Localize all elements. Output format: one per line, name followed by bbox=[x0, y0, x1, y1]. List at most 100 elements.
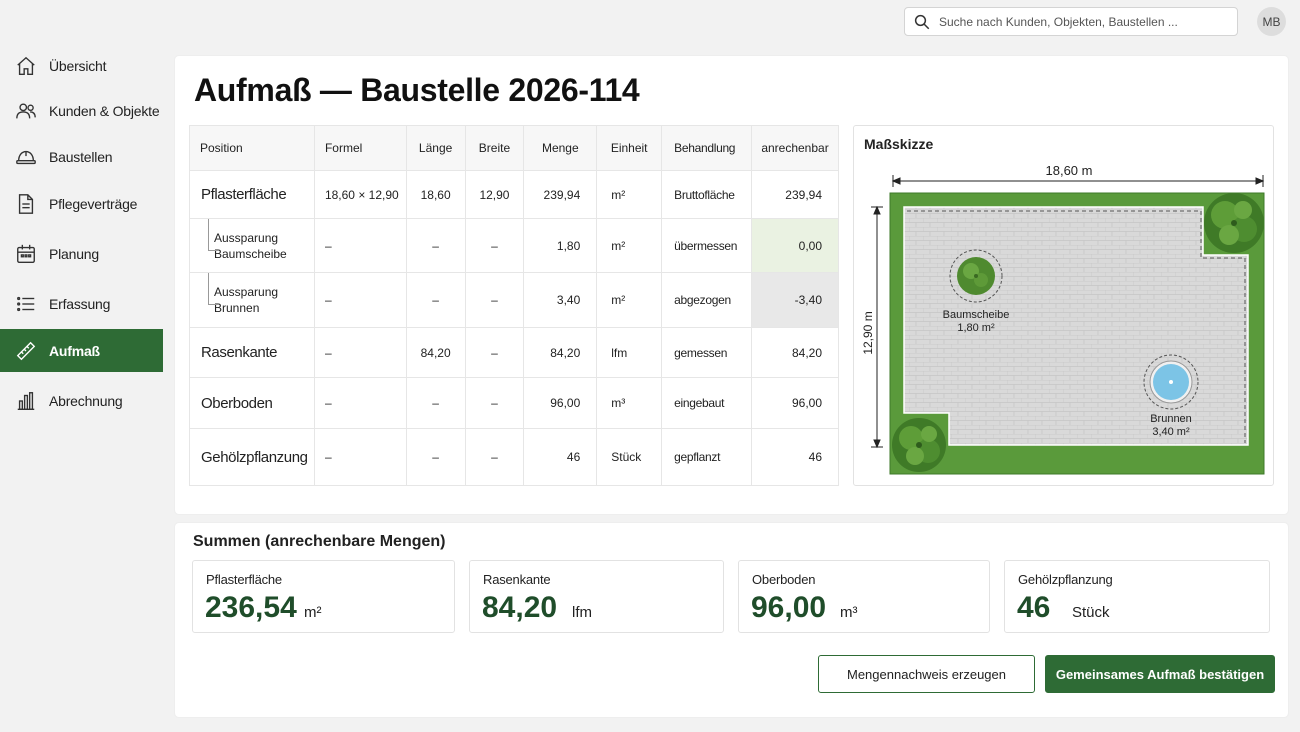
cell-behandlung[interactable]: eingebaut bbox=[661, 377, 753, 429]
summary-card-gehoelzpflanzung: Gehölzpflanzung 46 Stück bbox=[1004, 560, 1270, 633]
cell-behandlung[interactable]: Bruttofläche bbox=[661, 170, 753, 219]
cell-breite[interactable]: – bbox=[464, 428, 525, 486]
cell-laenge[interactable]: 84,20 bbox=[405, 327, 466, 378]
cell-breite[interactable]: – bbox=[464, 272, 525, 328]
cell-formel[interactable]: – bbox=[313, 327, 407, 378]
cell-position-label: Aussparung Brunnen bbox=[214, 285, 279, 315]
summary-card-label: Gehölzpflanzung bbox=[1018, 572, 1113, 587]
col-header-einheit[interactable]: Einheit bbox=[596, 125, 663, 171]
list-icon bbox=[17, 296, 35, 311]
tree-connector bbox=[208, 273, 218, 305]
avatar[interactable]: MB bbox=[1257, 7, 1286, 36]
summary-card-oberboden: Oberboden 96,00 m³ bbox=[738, 560, 990, 633]
cell-position: Rasenkante bbox=[189, 327, 315, 378]
cell-menge[interactable]: 96,00 bbox=[523, 377, 598, 429]
cell-einheit: Stück bbox=[596, 428, 663, 486]
cell-breite[interactable]: – bbox=[464, 218, 525, 273]
sidebar-item-uebersicht[interactable]: Übersicht bbox=[0, 44, 163, 87]
col-header-behandlung[interactable]: Behandlung bbox=[661, 125, 753, 171]
cell-laenge[interactable]: – bbox=[405, 218, 466, 273]
cell-formel[interactable]: – bbox=[313, 272, 407, 328]
table-row[interactable]: Aussparung Baumscheibe – – – 1,80 m² übe… bbox=[189, 218, 839, 273]
cell-menge[interactable]: 1,80 bbox=[523, 218, 598, 273]
cell-behandlung[interactable]: gepflanzt bbox=[661, 428, 753, 486]
cell-formel[interactable]: – bbox=[313, 377, 407, 429]
cell-breite[interactable]: – bbox=[464, 327, 525, 378]
page-title: Aufmaß — Baustelle 2026-114 bbox=[194, 72, 640, 108]
cell-laenge[interactable]: – bbox=[405, 272, 466, 328]
sidebar-item-aufmass[interactable]: Aufmaß bbox=[0, 329, 163, 372]
ruler-icon bbox=[16, 341, 36, 360]
table-row[interactable]: Oberboden – – – 96,00 m³ eingebaut 96,00 bbox=[189, 377, 839, 429]
cell-behandlung[interactable]: übermessen bbox=[661, 218, 753, 273]
summary-card-value: 84,20 bbox=[482, 591, 558, 624]
measurement-table: Position Formel Länge Breite Menge Einhe… bbox=[189, 125, 839, 486]
baumscheibe-label: Baumscheibe bbox=[943, 309, 1010, 321]
cell-einheit: m² bbox=[596, 218, 663, 273]
col-header-laenge[interactable]: Länge bbox=[405, 125, 466, 171]
table-row[interactable]: Rasenkante – 84,20 – 84,20 lfm gemessen … bbox=[189, 327, 839, 378]
search-box[interactable] bbox=[904, 7, 1238, 36]
cell-menge[interactable]: 84,20 bbox=[523, 327, 598, 378]
brunnen-label: Brunnen bbox=[1150, 413, 1192, 425]
cell-laenge[interactable]: – bbox=[405, 428, 466, 486]
cell-laenge[interactable]: 18,60 bbox=[405, 170, 466, 219]
cell-anrechenbar: 84,20 bbox=[751, 327, 839, 378]
sidebar-item-label: Baustellen bbox=[49, 148, 113, 165]
summary-title: Summen (anrechenbare Mengen) bbox=[193, 533, 446, 550]
sidebar-item-label: Pflegeverträge bbox=[49, 195, 138, 212]
cell-formel[interactable]: – bbox=[313, 428, 407, 486]
sidebar-item-label: Übersicht bbox=[49, 57, 107, 74]
summary-card-unit: m³ bbox=[840, 604, 858, 621]
summary-card-unit: lfm bbox=[572, 604, 592, 621]
summary-card-rasenkante: Rasenkante 84,20 lfm bbox=[469, 560, 724, 633]
cell-einheit: m³ bbox=[596, 377, 663, 429]
cell-position: Gehölzpflanzung bbox=[189, 428, 315, 486]
sidebar-item-label: Aufmaß bbox=[49, 342, 100, 359]
search-icon bbox=[914, 14, 930, 29]
cell-behandlung[interactable]: abgezogen bbox=[661, 272, 753, 328]
col-header-formel[interactable]: Formel bbox=[313, 125, 407, 171]
baumscheibe-area: 1,80 m² bbox=[957, 322, 995, 334]
sidebar-item-baustellen[interactable]: Baustellen bbox=[0, 135, 163, 178]
cell-anrechenbar: -3,40 bbox=[751, 272, 839, 328]
col-header-breite[interactable]: Breite bbox=[464, 125, 525, 171]
home-icon bbox=[17, 56, 35, 75]
sidebar-item-planung[interactable]: Planung bbox=[0, 232, 163, 275]
sidebar-item-label: Abrechnung bbox=[49, 392, 123, 409]
generate-report-button[interactable]: Mengennachweis erzeugen bbox=[818, 655, 1035, 693]
summary-card-unit: m² bbox=[304, 604, 322, 621]
col-header-menge[interactable]: Menge bbox=[523, 125, 598, 171]
cell-laenge[interactable]: – bbox=[405, 377, 466, 429]
calendar-icon bbox=[17, 244, 35, 263]
table-header-row: Position Formel Länge Breite Menge Einhe… bbox=[189, 125, 839, 171]
cell-position: Aussparung Baumscheibe bbox=[189, 218, 315, 273]
col-header-anrechenbar[interactable]: anrechenbar bbox=[751, 125, 839, 171]
table-row[interactable]: Aussparung Brunnen – – – 3,40 m² abgezog… bbox=[189, 272, 839, 328]
sidebar-item-erfassung[interactable]: Erfassung bbox=[0, 282, 163, 325]
cell-anrechenbar: 239,94 bbox=[751, 170, 839, 219]
confirm-measurement-button[interactable]: Gemeinsames Aufmaß bestätigen bbox=[1045, 655, 1275, 693]
cell-formel[interactable]: – bbox=[313, 218, 407, 273]
cell-anrechenbar: 46 bbox=[751, 428, 839, 486]
cell-breite[interactable]: – bbox=[464, 377, 525, 429]
table-row[interactable]: Gehölzpflanzung – – – 46 Stück gepflanzt… bbox=[189, 428, 839, 486]
summary-card-value: 236,54 bbox=[205, 591, 297, 624]
col-header-position[interactable]: Position bbox=[189, 125, 315, 171]
cell-einheit: m² bbox=[596, 170, 663, 219]
cell-behandlung[interactable]: gemessen bbox=[661, 327, 753, 378]
search-input[interactable] bbox=[939, 14, 1229, 29]
cell-breite[interactable]: 12,90 bbox=[464, 170, 525, 219]
sidebar-item-label: Kunden & Objekte bbox=[49, 102, 160, 119]
cell-menge[interactable]: 3,40 bbox=[523, 272, 598, 328]
sidebar-item-abrechnung[interactable]: Abrechnung bbox=[0, 379, 163, 422]
tree-top-right bbox=[1204, 193, 1264, 253]
cell-formel[interactable]: 18,60 × 12,90 bbox=[313, 170, 407, 219]
table-row[interactable]: Pflasterfläche 18,60 × 12,90 18,60 12,90… bbox=[189, 170, 839, 219]
site-plan-sketch: 18,60 m 12,90 m Baumscheibe 1,80 m² Brun… bbox=[861, 163, 1265, 475]
tree-connector bbox=[208, 219, 218, 251]
sidebar-item-pflegevertraege[interactable]: Pflegeverträge bbox=[0, 182, 163, 225]
sidebar-item-kunden[interactable]: Kunden & Objekte bbox=[0, 89, 163, 132]
cell-menge[interactable]: 239,94 bbox=[523, 170, 598, 219]
cell-menge[interactable]: 46 bbox=[523, 428, 598, 486]
